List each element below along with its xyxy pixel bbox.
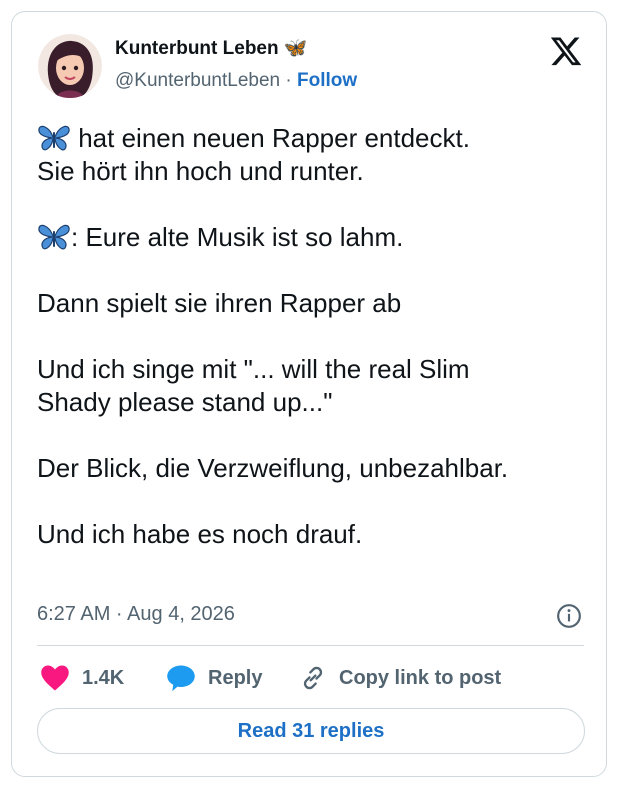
tweet-line: Shady please stand up..."	[37, 387, 333, 417]
reply-label: Reply	[208, 666, 263, 689]
author-handle-row: @KunterbuntLeben · Follow	[115, 70, 357, 92]
author-name[interactable]: Kunterbunt Leben 🦋	[115, 36, 308, 60]
tweet-line: Sie hört ihn hoch und runter.	[37, 156, 364, 186]
tweet-line: Und ich singe mit "... will the real Sli…	[37, 354, 470, 384]
tweet-line: : Eure alte Musik ist so lahm.	[37, 221, 593, 254]
handle-separator: ·	[285, 70, 292, 91]
butterfly-emoji	[38, 224, 70, 250]
tweet-line: Und ich habe es noch drauf.	[37, 519, 363, 549]
author-handle[interactable]: @KunterbuntLeben	[115, 70, 280, 91]
tweet-text: hat einen neuen Rapper entdeckt. Sie hör…	[37, 122, 593, 551]
butterfly-emoji	[38, 125, 70, 151]
avatar[interactable]	[38, 34, 102, 98]
copy-link-button[interactable]: Copy link to post	[299, 662, 501, 694]
heart-icon	[41, 665, 69, 691]
info-icon[interactable]	[556, 603, 582, 629]
like-button[interactable]: 1.4K	[40, 662, 124, 694]
tweet-card: Kunterbunt Leben 🦋 @KunterbuntLeben · Fo…	[11, 11, 607, 777]
reply-bubble-icon	[167, 665, 195, 692]
follow-button[interactable]: Follow	[297, 70, 357, 91]
divider	[37, 645, 584, 646]
tweet-line: hat einen neuen Rapper entdeckt.	[37, 122, 593, 155]
read-replies-button[interactable]: Read 31 replies	[37, 708, 585, 754]
x-logo-icon[interactable]	[549, 34, 583, 68]
copy-link-label: Copy link to post	[339, 666, 502, 689]
reply-button[interactable]: Reply	[166, 662, 262, 694]
tweet-line: Dann spielt sie ihren Rapper ab	[37, 288, 402, 318]
tweet-timestamp[interactable]: 6:27 AM · Aug 4, 2026	[37, 603, 235, 626]
link-icon	[303, 666, 323, 690]
tweet-line: Der Blick, die Verzweiflung, unbezahlbar…	[37, 453, 509, 483]
like-count: 1.4K	[82, 666, 125, 689]
